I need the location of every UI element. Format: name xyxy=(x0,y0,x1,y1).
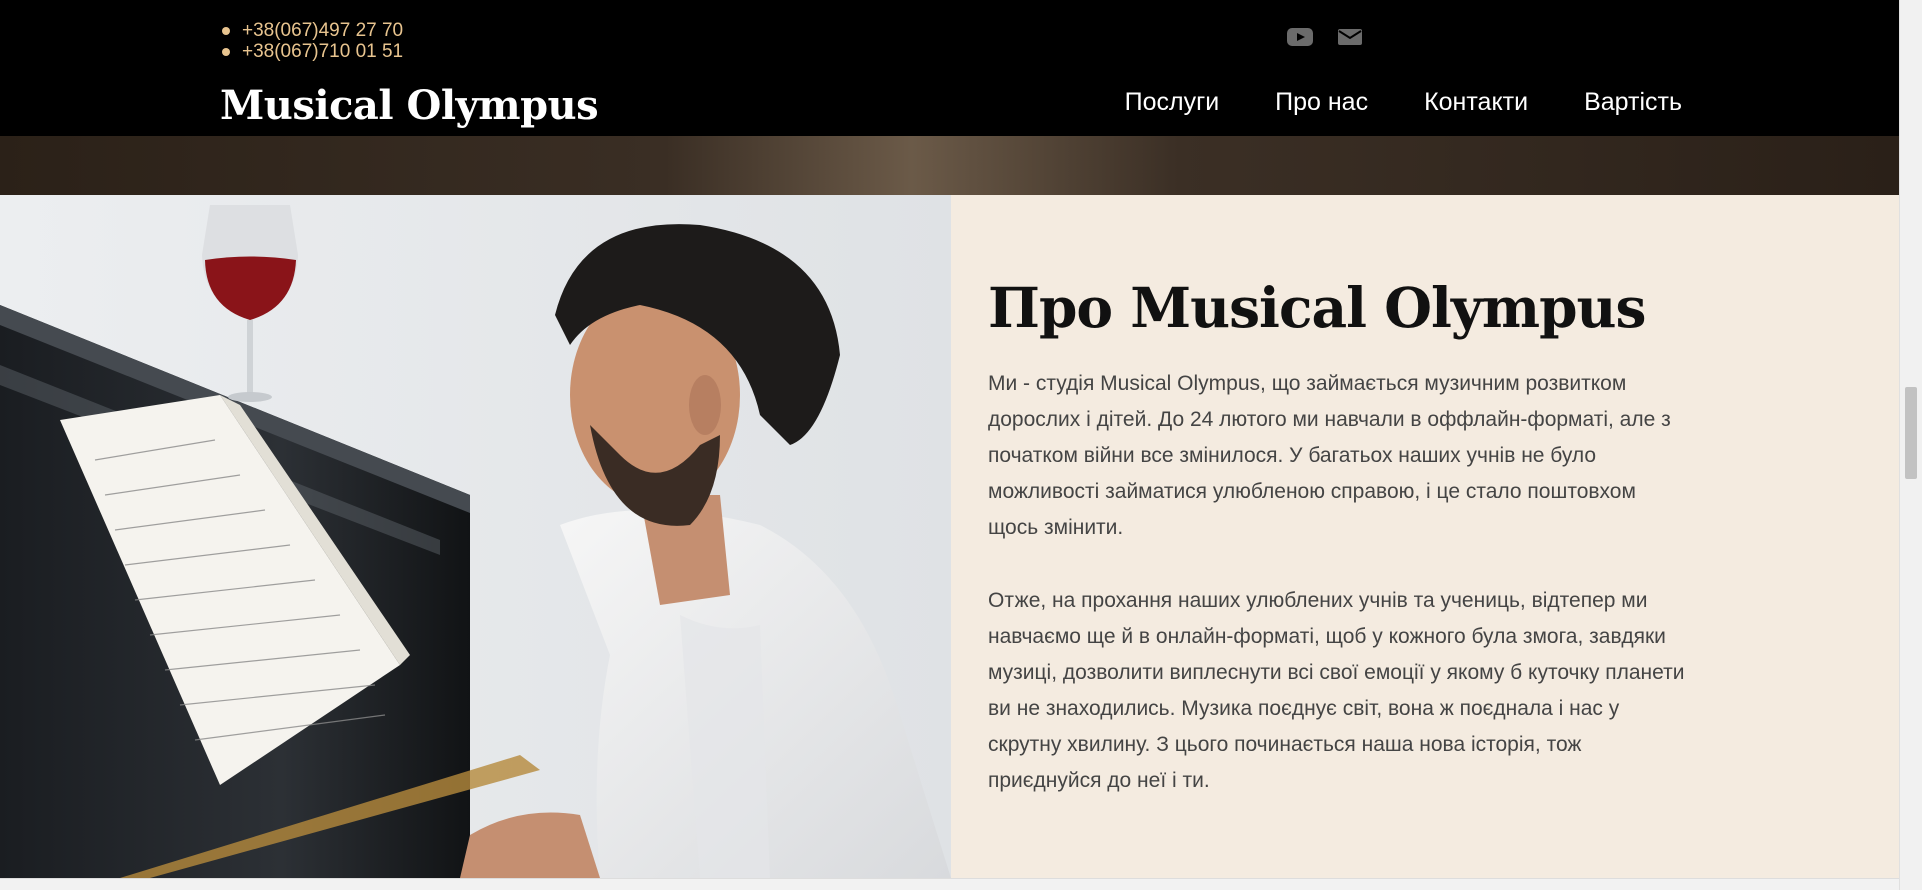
mail-icon[interactable] xyxy=(1336,26,1364,48)
main-nav: Послуги Про нас Контакти Вартість xyxy=(1125,88,1682,117)
nav-item-contacts[interactable]: Контакти xyxy=(1424,88,1528,117)
nav-item-pricing[interactable]: Вартість xyxy=(1584,88,1682,117)
nav-item-services[interactable]: Послуги xyxy=(1125,88,1220,117)
youtube-icon[interactable] xyxy=(1286,26,1314,48)
about-paragraph-2: Отже, на прохання наших улюблених учнів … xyxy=(988,589,1685,792)
bottom-edge xyxy=(0,878,1900,890)
pianist-photo xyxy=(0,195,951,878)
hero-background-strip xyxy=(0,136,1900,195)
about-section: Про Musical Olympus Ми - студія Musical … xyxy=(951,195,1900,878)
phone-number-2[interactable]: +38(067)710 01 51 xyxy=(220,41,403,62)
scrollbar-thumb[interactable] xyxy=(1905,387,1917,479)
pianist-illustration xyxy=(0,195,951,878)
page: +38(067)497 27 70 +38(067)710 01 51 Musi… xyxy=(0,0,1900,890)
about-paragraph-1: Ми - студія Musical Olympus, що займаєть… xyxy=(988,372,1671,539)
site-header: +38(067)497 27 70 +38(067)710 01 51 Musi… xyxy=(0,0,1900,136)
nav-item-about[interactable]: Про нас xyxy=(1275,88,1368,117)
social-links xyxy=(1286,26,1364,48)
vertical-scrollbar[interactable] xyxy=(1899,0,1922,890)
site-logo[interactable]: Musical Olympus xyxy=(220,82,599,129)
about-title: Про Musical Olympus xyxy=(988,275,1647,340)
phone-number-1[interactable]: +38(067)497 27 70 xyxy=(220,20,403,41)
phone-list: +38(067)497 27 70 +38(067)710 01 51 xyxy=(220,20,403,62)
